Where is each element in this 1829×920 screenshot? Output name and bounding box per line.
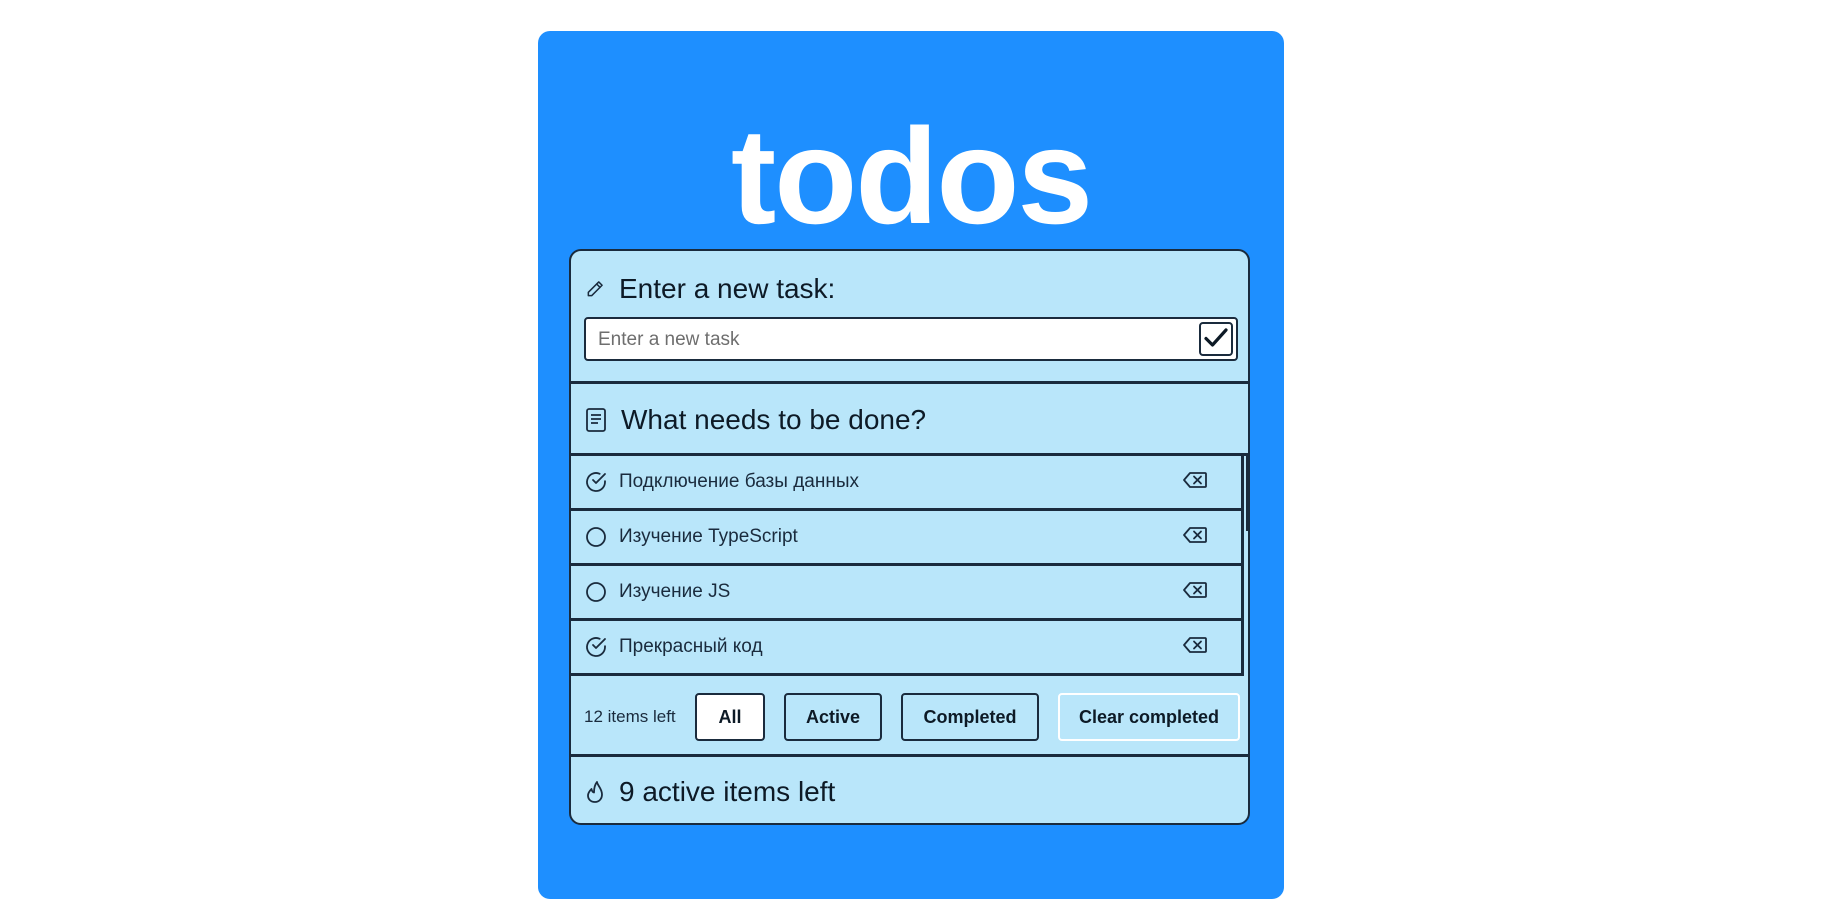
new-task-input[interactable] [596, 319, 1190, 361]
new-task-label: Enter a new task: [619, 273, 836, 304]
list-item[interactable]: Изучение JS [571, 566, 1244, 621]
scrollbar-thumb[interactable] [1246, 456, 1248, 531]
list-item[interactable]: Прекрасный код [571, 621, 1244, 676]
list-item[interactable]: Изучение TypeScript [571, 511, 1244, 566]
task-text: Прекрасный код [619, 636, 763, 657]
backspace-icon[interactable] [1182, 635, 1208, 660]
list-item[interactable]: Подключение базы данных [571, 456, 1244, 511]
backspace-icon[interactable] [1182, 525, 1208, 550]
check-circle-icon[interactable] [584, 635, 608, 664]
active-summary-row: 9 active items left [585, 772, 835, 812]
flame-icon [585, 780, 605, 804]
filter-all-button[interactable]: All [695, 693, 765, 741]
todo-panel: Enter a new task: Enter a new task What … [569, 249, 1250, 825]
new-task-label-row: Enter a new task: [585, 269, 835, 309]
filter-active-button[interactable]: Active [784, 693, 882, 741]
clear-completed-button[interactable]: Clear completed [1058, 693, 1240, 741]
new-task-section: Enter a new task: [571, 251, 1248, 384]
app-title: todos [730, 100, 1093, 252]
pencil-icon [585, 279, 605, 299]
list-header-label: What needs to be done? [621, 404, 927, 435]
task-list-scrollbar[interactable] [1244, 456, 1248, 681]
items-left-count: 12 items left [584, 707, 676, 726]
list-header: What needs to be done? [571, 384, 1248, 456]
circle-icon[interactable] [584, 580, 608, 609]
backspace-icon[interactable] [1182, 470, 1208, 495]
task-text: Изучение JS [619, 581, 731, 602]
check-circle-icon[interactable] [584, 470, 608, 499]
list-footer: 12 items left All Active Completed Clear… [571, 681, 1248, 757]
circle-icon[interactable] [584, 525, 608, 554]
new-task-input-wrap [584, 317, 1238, 361]
backspace-icon[interactable] [1182, 580, 1208, 605]
active-summary-label: 9 active items left [619, 776, 836, 807]
document-icon [585, 407, 607, 433]
active-summary: 9 active items left [571, 757, 1248, 823]
task-text: Изучение TypeScript [619, 526, 798, 547]
check-icon [1203, 326, 1229, 353]
task-text: Подключение базы данных [619, 471, 859, 492]
filter-completed-button[interactable]: Completed [901, 693, 1039, 741]
app-card: todos Enter a new task: Enter a new task… [538, 31, 1284, 899]
task-list: Подключение базы данных Изучение TypeScr… [571, 456, 1248, 681]
add-task-button[interactable] [1199, 322, 1233, 356]
list-header-row: What needs to be done? [585, 399, 926, 441]
